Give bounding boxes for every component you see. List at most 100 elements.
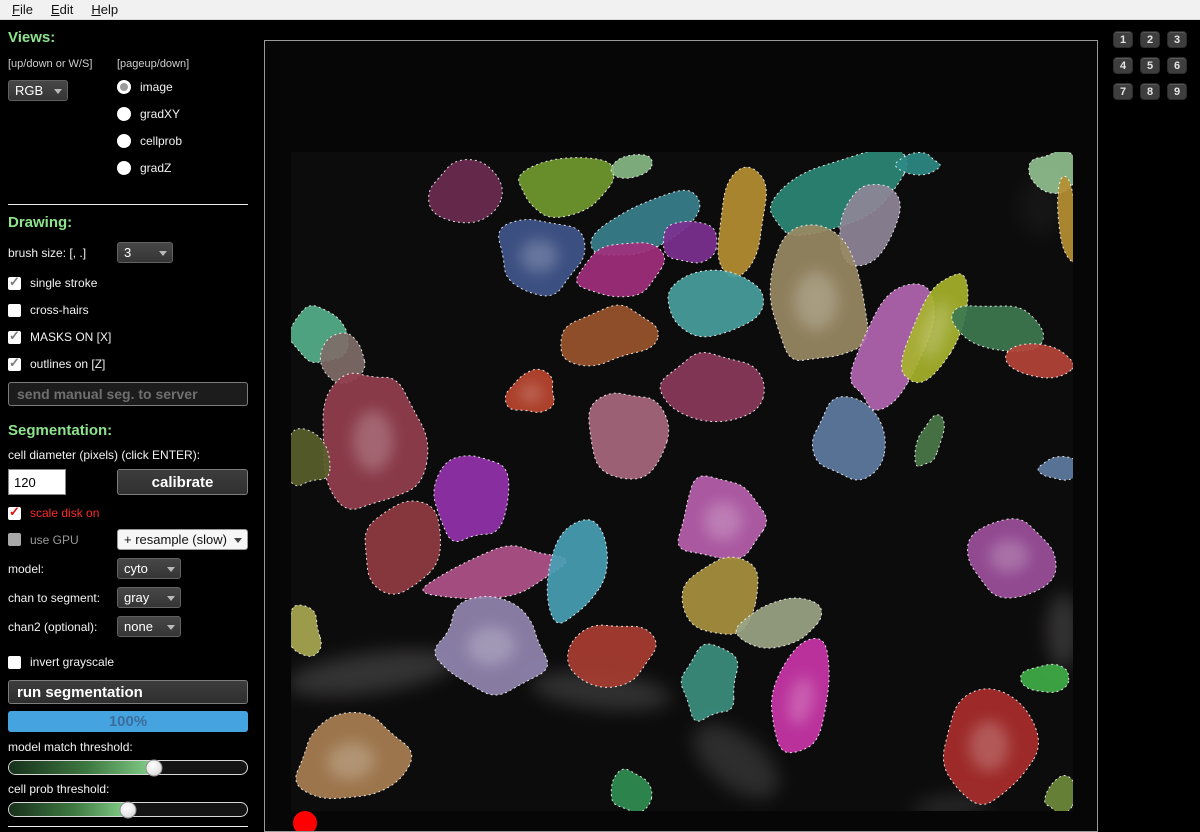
view-button-5[interactable]: 5: [1140, 57, 1160, 74]
chan-dropdown[interactable]: gray: [117, 587, 181, 608]
model-match-threshold-slider[interactable]: [8, 760, 248, 775]
cell-mask[interactable]: [678, 642, 739, 724]
cell-highlight: [704, 501, 743, 540]
cell-mask[interactable]: [943, 689, 1038, 805]
cell-mask[interactable]: [499, 220, 585, 296]
send-seg-button[interactable]: send manual seg. to server: [8, 382, 248, 406]
cell-outline: [429, 160, 503, 223]
view-button-8[interactable]: 8: [1140, 83, 1160, 100]
checkbox-box: [8, 533, 21, 546]
cell-mask[interactable]: [663, 221, 716, 263]
radio-icon: [117, 107, 131, 121]
cell-mask[interactable]: [540, 514, 614, 629]
radio-label: image: [140, 80, 173, 94]
cell-outline: [715, 165, 768, 279]
view-button-9[interactable]: 9: [1167, 83, 1187, 100]
cell-mask[interactable]: [427, 451, 513, 548]
cell-mask[interactable]: [291, 705, 416, 805]
resample-dropdown[interactable]: + resample (slow): [117, 529, 248, 550]
run-segmentation-button[interactable]: run segmentation: [8, 680, 248, 704]
view-button-6[interactable]: 6: [1167, 57, 1187, 74]
cell-mask[interactable]: [657, 348, 766, 427]
checkbox-box: ✓: [8, 358, 21, 371]
menu-item-edit[interactable]: Edit: [42, 1, 82, 19]
checkbox-box: ✓: [8, 331, 21, 344]
cell-mask[interactable]: [611, 769, 652, 811]
scale-disk-checkbox[interactable]: ✓ scale disk on: [8, 506, 248, 520]
view-radio-cellprob[interactable]: cellprob: [117, 134, 182, 148]
chevron-down-icon: [54, 89, 62, 94]
radio-label: gradZ: [140, 161, 171, 175]
cell-prob-threshold-slider[interactable]: [8, 802, 248, 817]
checkbox-cross-hairs[interactable]: cross-hairs: [8, 303, 248, 317]
view-button-1[interactable]: 1: [1113, 31, 1133, 48]
cell-mask[interactable]: [503, 368, 555, 415]
checkbox-single-stroke[interactable]: ✓ single stroke: [8, 276, 248, 290]
cell-mask[interactable]: [1038, 457, 1073, 481]
color-mode-dropdown[interactable]: RGB: [8, 80, 68, 101]
view-radio-gradZ[interactable]: gradZ: [117, 161, 182, 175]
image-canvas[interactable]: [264, 40, 1098, 832]
checkbox-box: [8, 304, 21, 317]
checkbox-label: single stroke: [30, 276, 97, 290]
cell-mask[interactable]: [609, 152, 654, 181]
menu-item-help[interactable]: Help: [82, 1, 127, 19]
menu-item-file[interactable]: File: [3, 1, 42, 19]
brush-size-dropdown[interactable]: 3: [117, 242, 173, 263]
image-viewport[interactable]: [291, 152, 1073, 811]
cell-mask[interactable]: [429, 160, 503, 223]
cell-mask[interactable]: [761, 632, 839, 758]
unsegmented-cell-wisp: [1047, 593, 1073, 669]
cell-mask[interactable]: [585, 386, 675, 484]
cell-mask[interactable]: [910, 411, 949, 471]
slider-fill: [9, 803, 128, 816]
view-radio-image[interactable]: image: [117, 80, 182, 94]
chan2-value: none: [124, 619, 153, 634]
views-shortcut-hints: [up/down or W/S] [pageup/down]: [8, 58, 248, 70]
view-button-2[interactable]: 2: [1140, 31, 1160, 48]
model-dropdown[interactable]: cyto: [117, 558, 181, 579]
cell-diameter-input[interactable]: [8, 469, 66, 495]
cell-outline: [540, 514, 614, 629]
radio-icon: [117, 80, 131, 94]
radio-label: cellprob: [140, 134, 182, 148]
slider-handle[interactable]: [120, 801, 137, 818]
cell-outline: [910, 411, 949, 471]
cell-mask[interactable]: [965, 515, 1058, 601]
cell-mask[interactable]: [715, 165, 768, 279]
cell-mask[interactable]: [556, 300, 661, 370]
cell-outline: [611, 769, 652, 811]
view-shortcut-left: [up/down or W/S]: [8, 58, 117, 70]
use-gpu-checkbox[interactable]: use GPU: [8, 533, 117, 547]
chevron-down-icon: [234, 538, 242, 543]
cell-mask[interactable]: [678, 476, 766, 559]
cell-mask[interactable]: [516, 152, 619, 222]
chan2-dropdown[interactable]: none: [117, 616, 181, 637]
check-icon: ✓: [9, 355, 20, 371]
calibrate-button[interactable]: calibrate: [117, 469, 248, 495]
checkbox-masks-on-x-[interactable]: ✓MASKS ON [X]: [8, 330, 248, 344]
segmentation-header: Segmentation:: [8, 422, 248, 439]
slider-fill: [9, 761, 154, 774]
view-radio-gradXY[interactable]: gradXY: [117, 107, 182, 121]
cell-mask[interactable]: [664, 262, 768, 343]
progress-bar: 100%: [8, 711, 248, 732]
view-button-4[interactable]: 4: [1113, 57, 1133, 74]
menu-bar: FileEditHelp: [0, 0, 1200, 20]
checkbox-outlines-on-z-[interactable]: ✓outlines on [Z]: [8, 357, 248, 371]
cell-outline: [427, 451, 513, 548]
sidebar: Views: [up/down or W/S] [pageup/down] RG…: [0, 20, 256, 832]
checkbox-box: ✓: [8, 277, 21, 290]
view-button-3[interactable]: 3: [1167, 31, 1187, 48]
slider-handle[interactable]: [146, 759, 163, 776]
scale-disk-label: scale disk on: [30, 506, 99, 520]
chevron-down-icon: [167, 625, 175, 630]
invert-grayscale-checkbox[interactable]: invert grayscale: [8, 655, 248, 669]
cell-mask[interactable]: [291, 602, 323, 660]
progress-value: 100%: [109, 713, 147, 730]
cell-mask[interactable]: [1020, 663, 1070, 695]
view-shortcut-right: [pageup/down]: [117, 58, 189, 70]
view-button-7[interactable]: 7: [1113, 83, 1133, 100]
cell-mask[interactable]: [1041, 771, 1073, 811]
cell-mask[interactable]: [323, 373, 428, 509]
